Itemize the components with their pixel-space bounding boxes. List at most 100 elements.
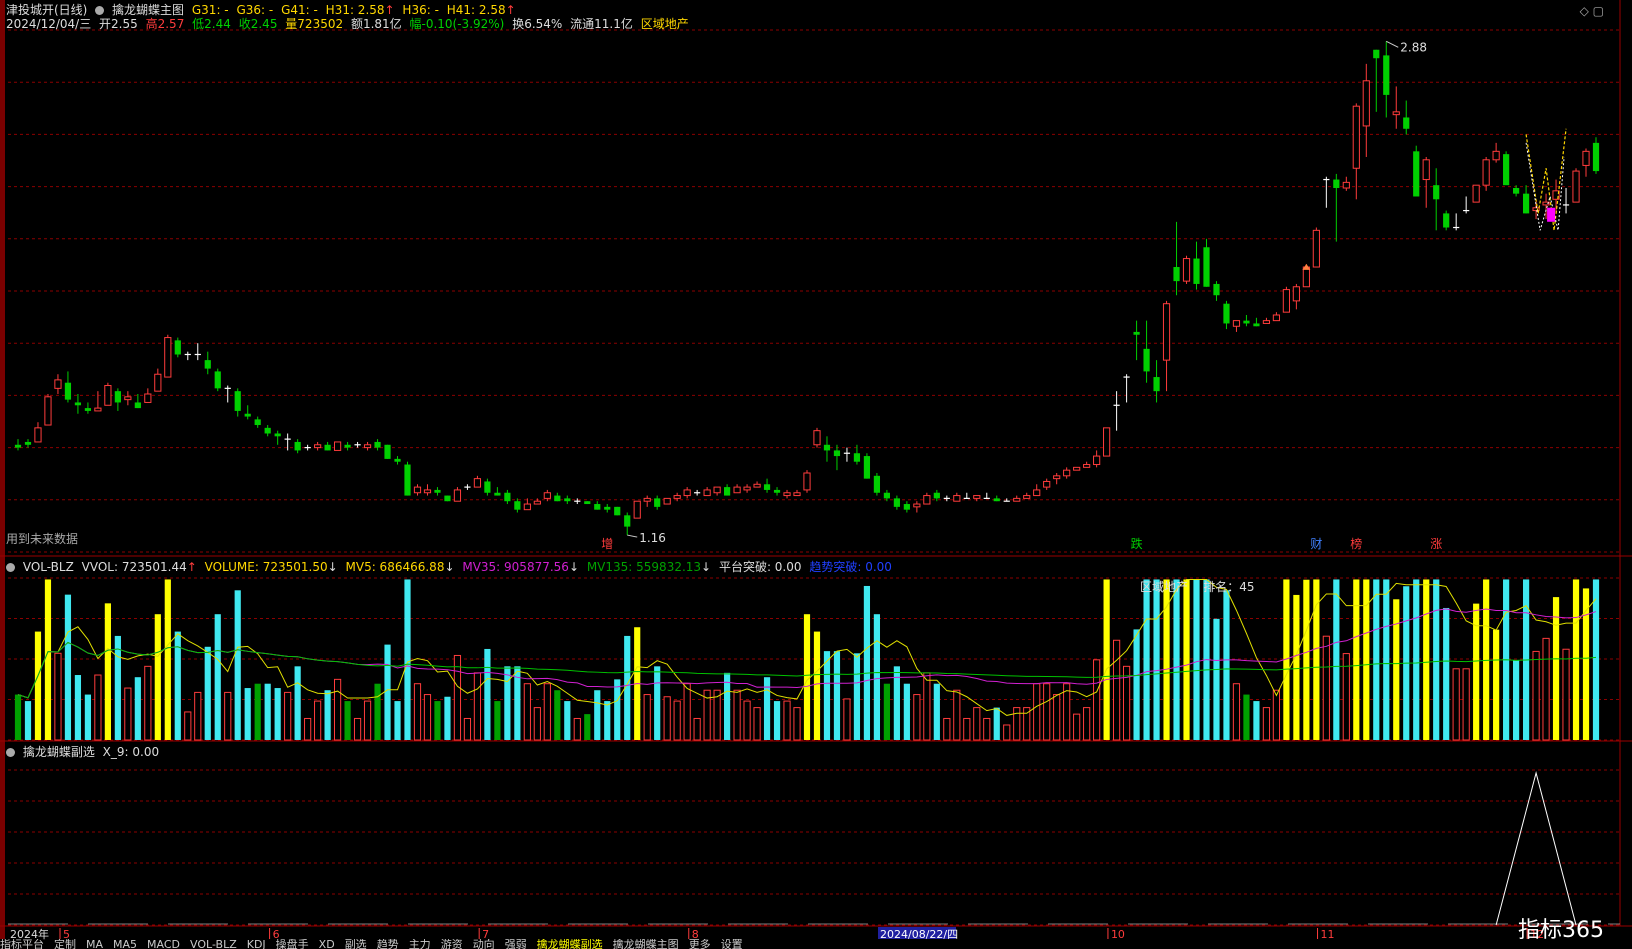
- volume-bar: [833, 651, 841, 740]
- tab-2[interactable]: MA: [86, 939, 103, 949]
- volume-bar: [643, 694, 651, 741]
- candle-body: [413, 486, 422, 494]
- candle-body: [1213, 283, 1220, 296]
- candle-body: [264, 427, 271, 434]
- tab-8[interactable]: XD: [319, 939, 335, 949]
- volume-bar: [743, 700, 751, 741]
- event-marker[interactable]: 涨: [1430, 536, 1442, 551]
- event-marker[interactable]: 财: [1310, 537, 1322, 551]
- volume-bar: [1033, 683, 1041, 741]
- tab-11[interactable]: 主力: [409, 939, 431, 949]
- tab-0[interactable]: 指标平台: [0, 939, 44, 949]
- tab-5[interactable]: VOL-BLZ: [190, 939, 237, 949]
- sub-panel-header: 擒龙蝴蝶副选 X_9: 0.00: [6, 745, 163, 759]
- brand-logo: 指标365: [1518, 912, 1604, 944]
- volume-bar: [1232, 683, 1241, 741]
- indicator-toggle-icon[interactable]: [95, 6, 105, 15]
- tab-18[interactable]: 设置: [721, 939, 743, 949]
- vol-name[interactable]: VOL-BLZ: [23, 560, 74, 574]
- quote-float: 流通11.1亿: [570, 17, 633, 31]
- candle-body: [1383, 55, 1390, 95]
- quote-date: 2024/12/04/三: [6, 17, 92, 31]
- sub-toggle-icon[interactable]: [6, 748, 15, 757]
- candle-body: [823, 444, 831, 451]
- tab-17[interactable]: 更多: [689, 939, 711, 949]
- tab-4[interactable]: MACD: [147, 939, 180, 949]
- candle-body: [673, 495, 681, 499]
- event-marker[interactable]: 增: [601, 537, 613, 551]
- tab-10[interactable]: 趋势: [377, 939, 399, 949]
- volume-bar: [853, 653, 861, 740]
- volume-bar: [144, 665, 152, 741]
- event-marker[interactable]: 跌: [1131, 536, 1143, 551]
- candle-body: [104, 385, 112, 406]
- tab-3[interactable]: MA5: [113, 939, 137, 949]
- tab-9[interactable]: 副选: [345, 939, 367, 949]
- sector-rank: 区域地产 排名：45: [1140, 578, 1255, 595]
- volume-bar: [1313, 579, 1320, 740]
- candle-body: [713, 486, 721, 494]
- candle-body: [1143, 348, 1150, 372]
- candle-body: [543, 492, 551, 499]
- g36-value: G36: -: [236, 3, 274, 17]
- candle-body: [324, 444, 331, 451]
- volume-bar: [1113, 639, 1121, 741]
- volume-bar: [1262, 707, 1271, 741]
- chart-canvas[interactable]: 2.881.16增跌财榜涨2024年567891011122024/08/22/…: [0, 0, 1632, 949]
- volume-bar: [693, 717, 701, 741]
- main-panel-header: 津投城开(日线) 擒龙蝴蝶主图 G31: - G36: - G41: - H31…: [6, 3, 520, 17]
- left-side-tab[interactable]: [0, 0, 5, 939]
- down-arrow-icon: ↓: [568, 560, 579, 574]
- volume-bar: [773, 701, 781, 740]
- candle-body: [923, 495, 931, 505]
- candle-body: [344, 444, 351, 448]
- candle-body: [773, 489, 781, 493]
- volume-bar: [1423, 579, 1430, 740]
- candle-body: [564, 498, 571, 502]
- volume-bar: [404, 579, 411, 740]
- volume-bar: [1243, 694, 1250, 740]
- candle-body: [1592, 142, 1600, 172]
- volume-toggle-icon[interactable]: [6, 563, 15, 572]
- tab-15[interactable]: 擒龙蝴蝶副选: [537, 939, 603, 949]
- tab-7[interactable]: 操盘手: [276, 939, 309, 949]
- main-indicator-name[interactable]: 擒龙蝴蝶主图: [112, 3, 184, 17]
- event-marker[interactable]: 榜: [1350, 536, 1362, 551]
- candle-body: [1232, 320, 1241, 327]
- candle-body: [514, 501, 521, 510]
- volume-bar: [94, 674, 102, 741]
- candle-body: [1033, 489, 1041, 497]
- candle-body: [1312, 229, 1320, 268]
- window-controls[interactable]: ◇ ▢: [1580, 4, 1604, 18]
- sub-name[interactable]: 擒龙蝴蝶副选: [23, 745, 95, 759]
- volume-bar: [1193, 579, 1200, 740]
- candle-body: [1352, 105, 1360, 169]
- volume-bar: [1093, 659, 1101, 741]
- vvol-value: VVOL: 723501.44: [81, 560, 187, 574]
- indicator-tab-bar: 指标平台 定制 MA MA5 MACD VOL-BLZ KDJ 操盘手 XD 副选 趋势 主力 游资 动向…: [0, 939, 1632, 949]
- tab-6[interactable]: KDJ: [247, 939, 266, 949]
- volume-bar: [843, 698, 851, 741]
- tab-1[interactable]: 定制: [54, 939, 76, 949]
- volume-bar: [604, 701, 611, 740]
- tab-13[interactable]: 动向: [473, 939, 495, 949]
- quote-sector[interactable]: 区域地产: [641, 17, 689, 31]
- stock-name[interactable]: 津投城开(日线): [6, 3, 87, 17]
- volume-bar: [1143, 579, 1150, 740]
- candle-body: [473, 478, 482, 488]
- candle-body: [1302, 266, 1310, 288]
- volume-bar: [993, 707, 1000, 740]
- tab-14[interactable]: 强弱: [505, 939, 527, 949]
- volume-bar: [1293, 594, 1300, 740]
- candle-body: [333, 441, 342, 451]
- trend-breakout: 趋势突破: 0.00: [809, 560, 892, 574]
- candle-body: [1342, 181, 1350, 189]
- volume-bar: [923, 672, 931, 741]
- volume-bar: [943, 717, 951, 741]
- volume-bar: [234, 590, 241, 740]
- candle-body: [124, 396, 132, 401]
- volume-bar: [673, 700, 681, 741]
- tab-12[interactable]: 游资: [441, 939, 463, 949]
- volume-bar: [344, 701, 351, 740]
- tab-16[interactable]: 擒龙蝴蝶主图: [613, 939, 679, 949]
